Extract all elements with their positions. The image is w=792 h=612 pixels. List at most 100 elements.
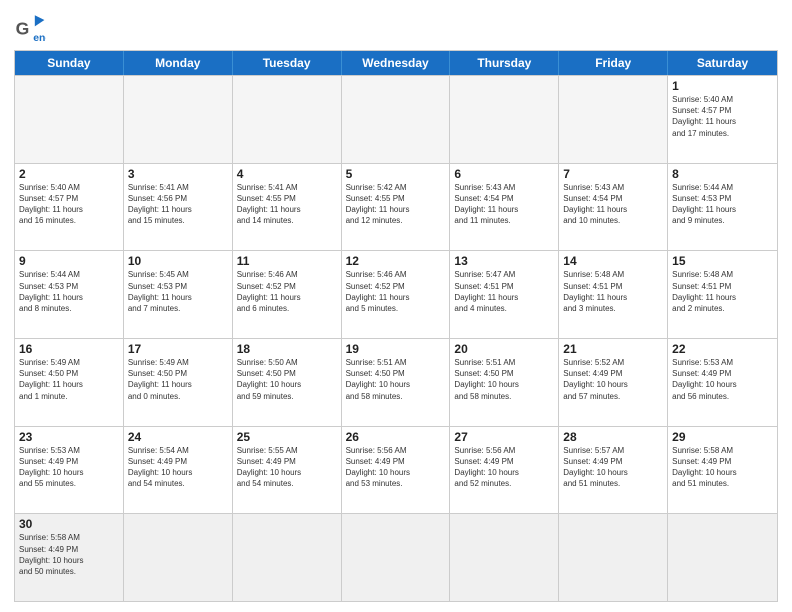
header-day-sunday: Sunday (15, 51, 124, 75)
day-info: Sunrise: 5:51 AM Sunset: 4:50 PM Dayligh… (346, 357, 446, 402)
header: G eneral (14, 12, 778, 44)
day-number: 16 (19, 342, 119, 356)
day-number: 17 (128, 342, 228, 356)
day-info: Sunrise: 5:45 AM Sunset: 4:53 PM Dayligh… (128, 269, 228, 314)
day-info: Sunrise: 5:51 AM Sunset: 4:50 PM Dayligh… (454, 357, 554, 402)
day-info: Sunrise: 5:41 AM Sunset: 4:55 PM Dayligh… (237, 182, 337, 227)
calendar-cell: 23Sunrise: 5:53 AM Sunset: 4:49 PM Dayli… (15, 427, 124, 514)
day-info: Sunrise: 5:48 AM Sunset: 4:51 PM Dayligh… (563, 269, 663, 314)
calendar-cell: 4Sunrise: 5:41 AM Sunset: 4:55 PM Daylig… (233, 164, 342, 251)
calendar-cell (342, 514, 451, 601)
calendar-cell (124, 76, 233, 163)
calendar-cell: 15Sunrise: 5:48 AM Sunset: 4:51 PM Dayli… (668, 251, 777, 338)
calendar-cell: 25Sunrise: 5:55 AM Sunset: 4:49 PM Dayli… (233, 427, 342, 514)
day-number: 5 (346, 167, 446, 181)
calendar-row-1: 1Sunrise: 5:40 AM Sunset: 4:57 PM Daylig… (15, 75, 777, 163)
day-number: 12 (346, 254, 446, 268)
day-number: 25 (237, 430, 337, 444)
calendar-cell: 28Sunrise: 5:57 AM Sunset: 4:49 PM Dayli… (559, 427, 668, 514)
day-info: Sunrise: 5:49 AM Sunset: 4:50 PM Dayligh… (19, 357, 119, 402)
day-info: Sunrise: 5:43 AM Sunset: 4:54 PM Dayligh… (454, 182, 554, 227)
day-info: Sunrise: 5:46 AM Sunset: 4:52 PM Dayligh… (237, 269, 337, 314)
header-day-friday: Friday (559, 51, 668, 75)
day-info: Sunrise: 5:42 AM Sunset: 4:55 PM Dayligh… (346, 182, 446, 227)
header-day-tuesday: Tuesday (233, 51, 342, 75)
day-info: Sunrise: 5:57 AM Sunset: 4:49 PM Dayligh… (563, 445, 663, 490)
day-info: Sunrise: 5:55 AM Sunset: 4:49 PM Dayligh… (237, 445, 337, 490)
calendar: SundayMondayTuesdayWednesdayThursdayFrid… (14, 50, 778, 602)
calendar-cell: 12Sunrise: 5:46 AM Sunset: 4:52 PM Dayli… (342, 251, 451, 338)
calendar-row-5: 23Sunrise: 5:53 AM Sunset: 4:49 PM Dayli… (15, 426, 777, 514)
logo: G eneral (14, 12, 50, 44)
logo-icon: G eneral (14, 12, 46, 44)
calendar-cell: 24Sunrise: 5:54 AM Sunset: 4:49 PM Dayli… (124, 427, 233, 514)
day-number: 23 (19, 430, 119, 444)
day-info: Sunrise: 5:40 AM Sunset: 4:57 PM Dayligh… (672, 94, 773, 139)
day-info: Sunrise: 5:50 AM Sunset: 4:50 PM Dayligh… (237, 357, 337, 402)
calendar-cell (124, 514, 233, 601)
day-info: Sunrise: 5:48 AM Sunset: 4:51 PM Dayligh… (672, 269, 773, 314)
day-info: Sunrise: 5:58 AM Sunset: 4:49 PM Dayligh… (19, 532, 119, 577)
calendar-cell: 10Sunrise: 5:45 AM Sunset: 4:53 PM Dayli… (124, 251, 233, 338)
day-info: Sunrise: 5:44 AM Sunset: 4:53 PM Dayligh… (19, 269, 119, 314)
day-info: Sunrise: 5:53 AM Sunset: 4:49 PM Dayligh… (19, 445, 119, 490)
day-number: 1 (672, 79, 773, 93)
calendar-header: SundayMondayTuesdayWednesdayThursdayFrid… (15, 51, 777, 75)
day-number: 8 (672, 167, 773, 181)
calendar-cell: 5Sunrise: 5:42 AM Sunset: 4:55 PM Daylig… (342, 164, 451, 251)
calendar-cell (233, 76, 342, 163)
calendar-body: 1Sunrise: 5:40 AM Sunset: 4:57 PM Daylig… (15, 75, 777, 601)
calendar-cell: 29Sunrise: 5:58 AM Sunset: 4:49 PM Dayli… (668, 427, 777, 514)
day-number: 29 (672, 430, 773, 444)
calendar-cell: 13Sunrise: 5:47 AM Sunset: 4:51 PM Dayli… (450, 251, 559, 338)
calendar-cell (233, 514, 342, 601)
day-number: 4 (237, 167, 337, 181)
calendar-cell: 20Sunrise: 5:51 AM Sunset: 4:50 PM Dayli… (450, 339, 559, 426)
calendar-cell: 6Sunrise: 5:43 AM Sunset: 4:54 PM Daylig… (450, 164, 559, 251)
day-number: 26 (346, 430, 446, 444)
calendar-row-3: 9Sunrise: 5:44 AM Sunset: 4:53 PM Daylig… (15, 250, 777, 338)
calendar-cell: 17Sunrise: 5:49 AM Sunset: 4:50 PM Dayli… (124, 339, 233, 426)
day-number: 18 (237, 342, 337, 356)
calendar-cell (559, 76, 668, 163)
day-info: Sunrise: 5:56 AM Sunset: 4:49 PM Dayligh… (346, 445, 446, 490)
day-info: Sunrise: 5:43 AM Sunset: 4:54 PM Dayligh… (563, 182, 663, 227)
calendar-cell (450, 514, 559, 601)
calendar-cell (342, 76, 451, 163)
calendar-cell (15, 76, 124, 163)
day-number: 7 (563, 167, 663, 181)
day-number: 13 (454, 254, 554, 268)
calendar-cell (559, 514, 668, 601)
day-number: 10 (128, 254, 228, 268)
header-day-wednesday: Wednesday (342, 51, 451, 75)
calendar-cell: 14Sunrise: 5:48 AM Sunset: 4:51 PM Dayli… (559, 251, 668, 338)
calendar-cell: 18Sunrise: 5:50 AM Sunset: 4:50 PM Dayli… (233, 339, 342, 426)
day-number: 28 (563, 430, 663, 444)
calendar-cell (668, 514, 777, 601)
day-number: 30 (19, 517, 119, 531)
day-info: Sunrise: 5:41 AM Sunset: 4:56 PM Dayligh… (128, 182, 228, 227)
day-number: 11 (237, 254, 337, 268)
svg-text:G: G (16, 18, 30, 38)
day-number: 6 (454, 167, 554, 181)
calendar-cell: 3Sunrise: 5:41 AM Sunset: 4:56 PM Daylig… (124, 164, 233, 251)
day-info: Sunrise: 5:44 AM Sunset: 4:53 PM Dayligh… (672, 182, 773, 227)
calendar-cell: 8Sunrise: 5:44 AM Sunset: 4:53 PM Daylig… (668, 164, 777, 251)
page: G eneral SundayMondayTuesdayWednesdayThu… (0, 0, 792, 612)
calendar-cell: 21Sunrise: 5:52 AM Sunset: 4:49 PM Dayli… (559, 339, 668, 426)
day-number: 27 (454, 430, 554, 444)
day-info: Sunrise: 5:53 AM Sunset: 4:49 PM Dayligh… (672, 357, 773, 402)
calendar-cell: 7Sunrise: 5:43 AM Sunset: 4:54 PM Daylig… (559, 164, 668, 251)
calendar-cell: 11Sunrise: 5:46 AM Sunset: 4:52 PM Dayli… (233, 251, 342, 338)
day-number: 3 (128, 167, 228, 181)
header-day-monday: Monday (124, 51, 233, 75)
calendar-cell: 16Sunrise: 5:49 AM Sunset: 4:50 PM Dayli… (15, 339, 124, 426)
day-info: Sunrise: 5:47 AM Sunset: 4:51 PM Dayligh… (454, 269, 554, 314)
day-info: Sunrise: 5:54 AM Sunset: 4:49 PM Dayligh… (128, 445, 228, 490)
day-number: 9 (19, 254, 119, 268)
day-info: Sunrise: 5:58 AM Sunset: 4:49 PM Dayligh… (672, 445, 773, 490)
calendar-cell: 19Sunrise: 5:51 AM Sunset: 4:50 PM Dayli… (342, 339, 451, 426)
calendar-cell (450, 76, 559, 163)
day-number: 2 (19, 167, 119, 181)
svg-text:eneral: eneral (33, 33, 46, 44)
